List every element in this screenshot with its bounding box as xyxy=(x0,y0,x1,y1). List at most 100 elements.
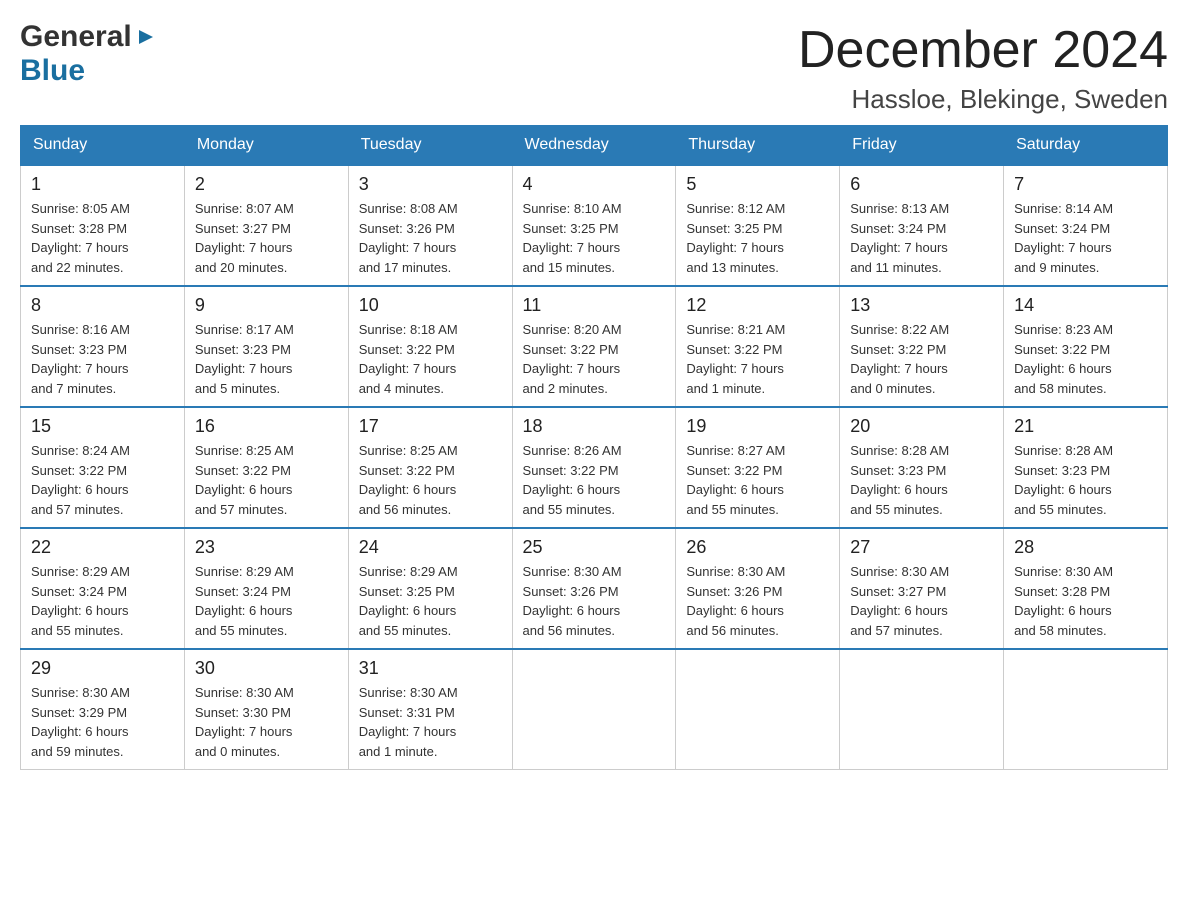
day-number: 23 xyxy=(195,537,338,558)
week-row-3: 15 Sunrise: 8:24 AMSunset: 3:22 PMDaylig… xyxy=(21,407,1168,528)
calendar-cell: 30 Sunrise: 8:30 AMSunset: 3:30 PMDaylig… xyxy=(184,649,348,770)
calendar-cell: 24 Sunrise: 8:29 AMSunset: 3:25 PMDaylig… xyxy=(348,528,512,649)
calendar-cell: 12 Sunrise: 8:21 AMSunset: 3:22 PMDaylig… xyxy=(676,286,840,407)
calendar-cell: 1 Sunrise: 8:05 AMSunset: 3:28 PMDayligh… xyxy=(21,165,185,286)
day-number: 25 xyxy=(523,537,666,558)
day-info: Sunrise: 8:05 AMSunset: 3:28 PMDaylight:… xyxy=(31,199,174,277)
calendar-cell xyxy=(1004,649,1168,770)
calendar-cell: 18 Sunrise: 8:26 AMSunset: 3:22 PMDaylig… xyxy=(512,407,676,528)
week-row-2: 8 Sunrise: 8:16 AMSunset: 3:23 PMDayligh… xyxy=(21,286,1168,407)
calendar-cell: 23 Sunrise: 8:29 AMSunset: 3:24 PMDaylig… xyxy=(184,528,348,649)
day-info: Sunrise: 8:28 AMSunset: 3:23 PMDaylight:… xyxy=(1014,441,1157,519)
day-info: Sunrise: 8:21 AMSunset: 3:22 PMDaylight:… xyxy=(686,320,829,398)
day-number: 26 xyxy=(686,537,829,558)
header-saturday: Saturday xyxy=(1004,126,1168,166)
calendar-table: Sunday Monday Tuesday Wednesday Thursday… xyxy=(20,125,1168,770)
day-info: Sunrise: 8:25 AMSunset: 3:22 PMDaylight:… xyxy=(195,441,338,519)
calendar-cell: 13 Sunrise: 8:22 AMSunset: 3:22 PMDaylig… xyxy=(840,286,1004,407)
day-info: Sunrise: 8:10 AMSunset: 3:25 PMDaylight:… xyxy=(523,199,666,277)
calendar-cell: 31 Sunrise: 8:30 AMSunset: 3:31 PMDaylig… xyxy=(348,649,512,770)
logo-blue: Blue xyxy=(20,54,85,87)
day-info: Sunrise: 8:23 AMSunset: 3:22 PMDaylight:… xyxy=(1014,320,1157,398)
calendar-cell: 21 Sunrise: 8:28 AMSunset: 3:23 PMDaylig… xyxy=(1004,407,1168,528)
day-info: Sunrise: 8:30 AMSunset: 3:27 PMDaylight:… xyxy=(850,562,993,640)
day-info: Sunrise: 8:30 AMSunset: 3:28 PMDaylight:… xyxy=(1014,562,1157,640)
page-header: General Blue December 2024 Hassloe, Blek… xyxy=(20,20,1168,115)
calendar-cell: 20 Sunrise: 8:28 AMSunset: 3:23 PMDaylig… xyxy=(840,407,1004,528)
calendar-cell: 16 Sunrise: 8:25 AMSunset: 3:22 PMDaylig… xyxy=(184,407,348,528)
day-number: 28 xyxy=(1014,537,1157,558)
day-number: 8 xyxy=(31,295,174,316)
day-info: Sunrise: 8:07 AMSunset: 3:27 PMDaylight:… xyxy=(195,199,338,277)
day-number: 15 xyxy=(31,416,174,437)
day-info: Sunrise: 8:29 AMSunset: 3:25 PMDaylight:… xyxy=(359,562,502,640)
calendar-cell xyxy=(676,649,840,770)
day-number: 30 xyxy=(195,658,338,679)
logo-triangle-icon xyxy=(135,26,157,53)
calendar-cell: 15 Sunrise: 8:24 AMSunset: 3:22 PMDaylig… xyxy=(21,407,185,528)
day-number: 18 xyxy=(523,416,666,437)
day-number: 22 xyxy=(31,537,174,558)
day-info: Sunrise: 8:26 AMSunset: 3:22 PMDaylight:… xyxy=(523,441,666,519)
location-subtitle: Hassloe, Blekinge, Sweden xyxy=(798,84,1168,115)
calendar-cell: 4 Sunrise: 8:10 AMSunset: 3:25 PMDayligh… xyxy=(512,165,676,286)
day-number: 6 xyxy=(850,174,993,195)
day-info: Sunrise: 8:13 AMSunset: 3:24 PMDaylight:… xyxy=(850,199,993,277)
day-number: 9 xyxy=(195,295,338,316)
day-info: Sunrise: 8:25 AMSunset: 3:22 PMDaylight:… xyxy=(359,441,502,519)
day-number: 13 xyxy=(850,295,993,316)
page-title: December 2024 xyxy=(798,20,1168,80)
week-row-4: 22 Sunrise: 8:29 AMSunset: 3:24 PMDaylig… xyxy=(21,528,1168,649)
calendar-cell: 10 Sunrise: 8:18 AMSunset: 3:22 PMDaylig… xyxy=(348,286,512,407)
week-row-1: 1 Sunrise: 8:05 AMSunset: 3:28 PMDayligh… xyxy=(21,165,1168,286)
day-info: Sunrise: 8:17 AMSunset: 3:23 PMDaylight:… xyxy=(195,320,338,398)
day-number: 31 xyxy=(359,658,502,679)
logo: General Blue xyxy=(20,20,157,88)
logo-general: General xyxy=(20,20,132,54)
calendar-cell: 17 Sunrise: 8:25 AMSunset: 3:22 PMDaylig… xyxy=(348,407,512,528)
calendar-cell xyxy=(840,649,1004,770)
day-info: Sunrise: 8:16 AMSunset: 3:23 PMDaylight:… xyxy=(31,320,174,398)
day-info: Sunrise: 8:29 AMSunset: 3:24 PMDaylight:… xyxy=(31,562,174,640)
day-info: Sunrise: 8:20 AMSunset: 3:22 PMDaylight:… xyxy=(523,320,666,398)
day-info: Sunrise: 8:18 AMSunset: 3:22 PMDaylight:… xyxy=(359,320,502,398)
header-tuesday: Tuesday xyxy=(348,126,512,166)
header-sunday: Sunday xyxy=(21,126,185,166)
calendar-cell: 28 Sunrise: 8:30 AMSunset: 3:28 PMDaylig… xyxy=(1004,528,1168,649)
day-number: 4 xyxy=(523,174,666,195)
day-info: Sunrise: 8:27 AMSunset: 3:22 PMDaylight:… xyxy=(686,441,829,519)
calendar-cell: 2 Sunrise: 8:07 AMSunset: 3:27 PMDayligh… xyxy=(184,165,348,286)
day-info: Sunrise: 8:30 AMSunset: 3:30 PMDaylight:… xyxy=(195,683,338,761)
day-number: 11 xyxy=(523,295,666,316)
day-number: 1 xyxy=(31,174,174,195)
title-area: December 2024 Hassloe, Blekinge, Sweden xyxy=(798,20,1168,115)
calendar-cell: 11 Sunrise: 8:20 AMSunset: 3:22 PMDaylig… xyxy=(512,286,676,407)
day-info: Sunrise: 8:24 AMSunset: 3:22 PMDaylight:… xyxy=(31,441,174,519)
header-thursday: Thursday xyxy=(676,126,840,166)
day-number: 19 xyxy=(686,416,829,437)
day-number: 16 xyxy=(195,416,338,437)
calendar-cell: 27 Sunrise: 8:30 AMSunset: 3:27 PMDaylig… xyxy=(840,528,1004,649)
day-number: 20 xyxy=(850,416,993,437)
day-info: Sunrise: 8:28 AMSunset: 3:23 PMDaylight:… xyxy=(850,441,993,519)
day-info: Sunrise: 8:22 AMSunset: 3:22 PMDaylight:… xyxy=(850,320,993,398)
day-number: 21 xyxy=(1014,416,1157,437)
day-info: Sunrise: 8:08 AMSunset: 3:26 PMDaylight:… xyxy=(359,199,502,277)
calendar-header-row: Sunday Monday Tuesday Wednesday Thursday… xyxy=(21,126,1168,166)
calendar-cell: 26 Sunrise: 8:30 AMSunset: 3:26 PMDaylig… xyxy=(676,528,840,649)
day-info: Sunrise: 8:30 AMSunset: 3:29 PMDaylight:… xyxy=(31,683,174,761)
day-number: 5 xyxy=(686,174,829,195)
calendar-cell: 14 Sunrise: 8:23 AMSunset: 3:22 PMDaylig… xyxy=(1004,286,1168,407)
calendar-cell: 8 Sunrise: 8:16 AMSunset: 3:23 PMDayligh… xyxy=(21,286,185,407)
header-friday: Friday xyxy=(840,126,1004,166)
calendar-cell: 3 Sunrise: 8:08 AMSunset: 3:26 PMDayligh… xyxy=(348,165,512,286)
day-number: 17 xyxy=(359,416,502,437)
day-info: Sunrise: 8:30 AMSunset: 3:26 PMDaylight:… xyxy=(686,562,829,640)
header-wednesday: Wednesday xyxy=(512,126,676,166)
calendar-cell xyxy=(512,649,676,770)
day-number: 12 xyxy=(686,295,829,316)
day-info: Sunrise: 8:30 AMSunset: 3:26 PMDaylight:… xyxy=(523,562,666,640)
day-number: 3 xyxy=(359,174,502,195)
calendar-cell: 9 Sunrise: 8:17 AMSunset: 3:23 PMDayligh… xyxy=(184,286,348,407)
calendar-cell: 6 Sunrise: 8:13 AMSunset: 3:24 PMDayligh… xyxy=(840,165,1004,286)
